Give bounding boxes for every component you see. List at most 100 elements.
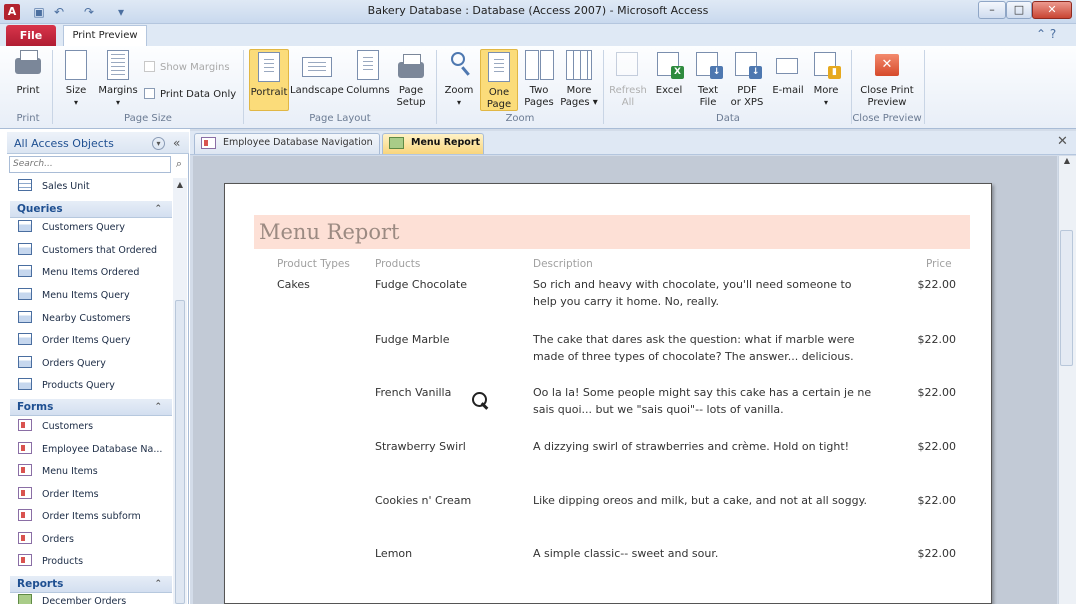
excel-icon: X: [655, 50, 684, 82]
close-document-icon[interactable]: ✕: [1057, 134, 1068, 149]
form-icon: [18, 464, 32, 476]
refresh-all-button[interactable]: Refresh All: [608, 48, 648, 109]
form-icon: [18, 532, 32, 544]
page-setup-button[interactable]: Page Setup: [394, 48, 428, 109]
nav-item-query[interactable]: Customers that Ordered: [10, 242, 172, 264]
shutter-bar-close-icon[interactable]: «: [173, 136, 180, 150]
close-button[interactable]: ✕: [1032, 1, 1072, 19]
nav-item-form[interactable]: Order Items: [10, 486, 172, 508]
nav-section-queries[interactable]: Queries ⌃: [10, 201, 172, 218]
preview-scroll-thumb[interactable]: [1060, 230, 1073, 366]
collapse-chevron-icon[interactable]: ⌃: [154, 201, 162, 217]
cell-price: $22.00: [917, 440, 957, 453]
group-label-page-layout: Page Layout: [309, 113, 371, 124]
report-title: Menu Report: [259, 220, 400, 244]
tab-print-preview[interactable]: Print Preview: [63, 25, 147, 47]
preview-scroll-up-icon[interactable]: ▲: [1058, 156, 1076, 168]
cell-price: $22.00: [917, 494, 957, 507]
preview-scrollbar[interactable]: [1058, 156, 1076, 604]
cell-description: A dizzying swirl of strawberries and crè…: [533, 440, 850, 453]
nav-section-forms[interactable]: Forms ⌃: [10, 399, 172, 416]
nav-scroll-up-icon[interactable]: ▲: [173, 178, 187, 192]
cell-product: Fudge Marble: [375, 333, 450, 346]
nav-item-query[interactable]: Orders Query: [10, 355, 172, 377]
group-label-close-preview: Close Preview: [852, 113, 922, 124]
landscape-button[interactable]: Landscape: [290, 48, 344, 97]
cell-price: $22.00: [917, 333, 957, 346]
maximize-button[interactable]: □: [1006, 1, 1032, 19]
nav-item-report[interactable]: December Orders: [10, 593, 172, 604]
nav-scroll-thumb[interactable]: [175, 300, 185, 604]
report-icon: [389, 137, 404, 149]
columns-icon: [354, 50, 382, 82]
zoom-button[interactable]: Zoom ▾: [442, 48, 476, 109]
export-pdf-button[interactable]: ↓ PDF or XPS: [728, 48, 766, 109]
group-label-zoom: Zoom: [505, 113, 535, 124]
window-title: Bakery Database : Database (Access 2007)…: [367, 4, 709, 17]
two-pages-button[interactable]: Two Pages: [521, 48, 557, 109]
nav-section-reports[interactable]: Reports ⌃: [10, 576, 172, 593]
nav-item-form[interactable]: Customers: [10, 418, 172, 440]
nav-item-form[interactable]: Menu Items: [10, 463, 172, 485]
margins-button[interactable]: Margins ▾: [96, 48, 140, 109]
email-button[interactable]: E-mail: [770, 48, 806, 97]
columns-button[interactable]: Columns: [345, 48, 391, 97]
more-export-button[interactable]: ▮ More ▾: [810, 48, 842, 109]
nav-item-query[interactable]: Nearby Customers: [10, 310, 172, 332]
portrait-button[interactable]: Portrait: [249, 49, 289, 111]
print-button[interactable]: Print: [10, 48, 46, 97]
size-button[interactable]: Size ▾: [60, 48, 92, 109]
minimize-button[interactable]: –: [978, 1, 1006, 19]
query-icon: [18, 220, 32, 232]
collapse-chevron-icon[interactable]: ⌃: [154, 399, 162, 415]
nav-menu-dropdown-icon[interactable]: ▾: [152, 137, 165, 150]
cell-description: Oo la la! Some people might say this cak…: [533, 386, 872, 416]
tab-file[interactable]: File: [6, 25, 56, 46]
print-data-only-checkbox[interactable]: Print Data Only: [144, 88, 236, 100]
nav-item-query[interactable]: Customers Query: [10, 219, 172, 241]
export-text-file-button[interactable]: ↓ Text File: [692, 48, 724, 109]
cell-price: $22.00: [917, 386, 957, 399]
two-pages-icon: [525, 50, 554, 82]
nav-item-sales-unit[interactable]: Sales Unit: [10, 178, 172, 200]
close-preview-icon: ✕: [873, 50, 901, 82]
export-excel-button[interactable]: X Excel: [652, 48, 686, 97]
form-icon: [18, 419, 32, 431]
collapse-chevron-icon[interactable]: ⌃: [154, 576, 162, 592]
show-margins-checkbox[interactable]: Show Margins: [144, 61, 230, 73]
table-icon: [18, 179, 32, 191]
nav-item-query[interactable]: Menu Items Query: [10, 287, 172, 309]
column-header-product-types: Product Types: [277, 258, 350, 270]
nav-item-query[interactable]: Order Items Query: [10, 332, 172, 354]
nav-item-form[interactable]: Products: [10, 553, 172, 575]
cell-price: $22.00: [917, 278, 957, 291]
pdf-icon: ↓: [733, 50, 762, 82]
nav-item-form[interactable]: Orders: [10, 531, 172, 553]
search-icon[interactable]: ⌕: [172, 157, 186, 171]
database-export-icon: ▮: [812, 50, 841, 82]
cell-product: Lemon: [375, 547, 413, 560]
tab-menu-report[interactable]: Menu Report: [382, 133, 484, 154]
more-pages-button[interactable]: More Pages ▾: [560, 48, 598, 109]
help-icon[interactable]: ⌃ ?: [1036, 27, 1056, 41]
query-icon: [18, 288, 32, 300]
cell-product: Strawberry Swirl: [375, 440, 466, 453]
group-label-print: Print: [16, 113, 40, 124]
nav-item-form[interactable]: Order Items subform: [10, 508, 172, 530]
cell-product: French Vanilla: [375, 386, 452, 399]
tab-employee-database-navigation[interactable]: Employee Database Navigation: [194, 133, 380, 154]
margins-icon: [104, 50, 132, 82]
nav-item-query[interactable]: Products Query: [10, 377, 172, 399]
close-print-preview-button[interactable]: ✕ Close Print Preview: [858, 48, 916, 109]
cell-price: $22.00: [917, 547, 957, 560]
ribbon: Print Print Size ▾ Margins ▾ Show Margins …: [0, 46, 1076, 129]
cell-description: Like dipping oreos and milk, but a cake,…: [533, 494, 868, 507]
query-icon: [18, 378, 32, 390]
nav-pane-title[interactable]: All Access Objects: [14, 137, 114, 150]
nav-item-form[interactable]: Employee Database Na...: [10, 441, 172, 463]
column-header-products: Products: [375, 258, 421, 270]
nav-search-input[interactable]: Search...: [9, 156, 171, 173]
one-page-button[interactable]: One Page: [480, 49, 518, 111]
landscape-icon: [302, 50, 332, 82]
nav-item-query[interactable]: Menu Items Ordered: [10, 264, 172, 286]
